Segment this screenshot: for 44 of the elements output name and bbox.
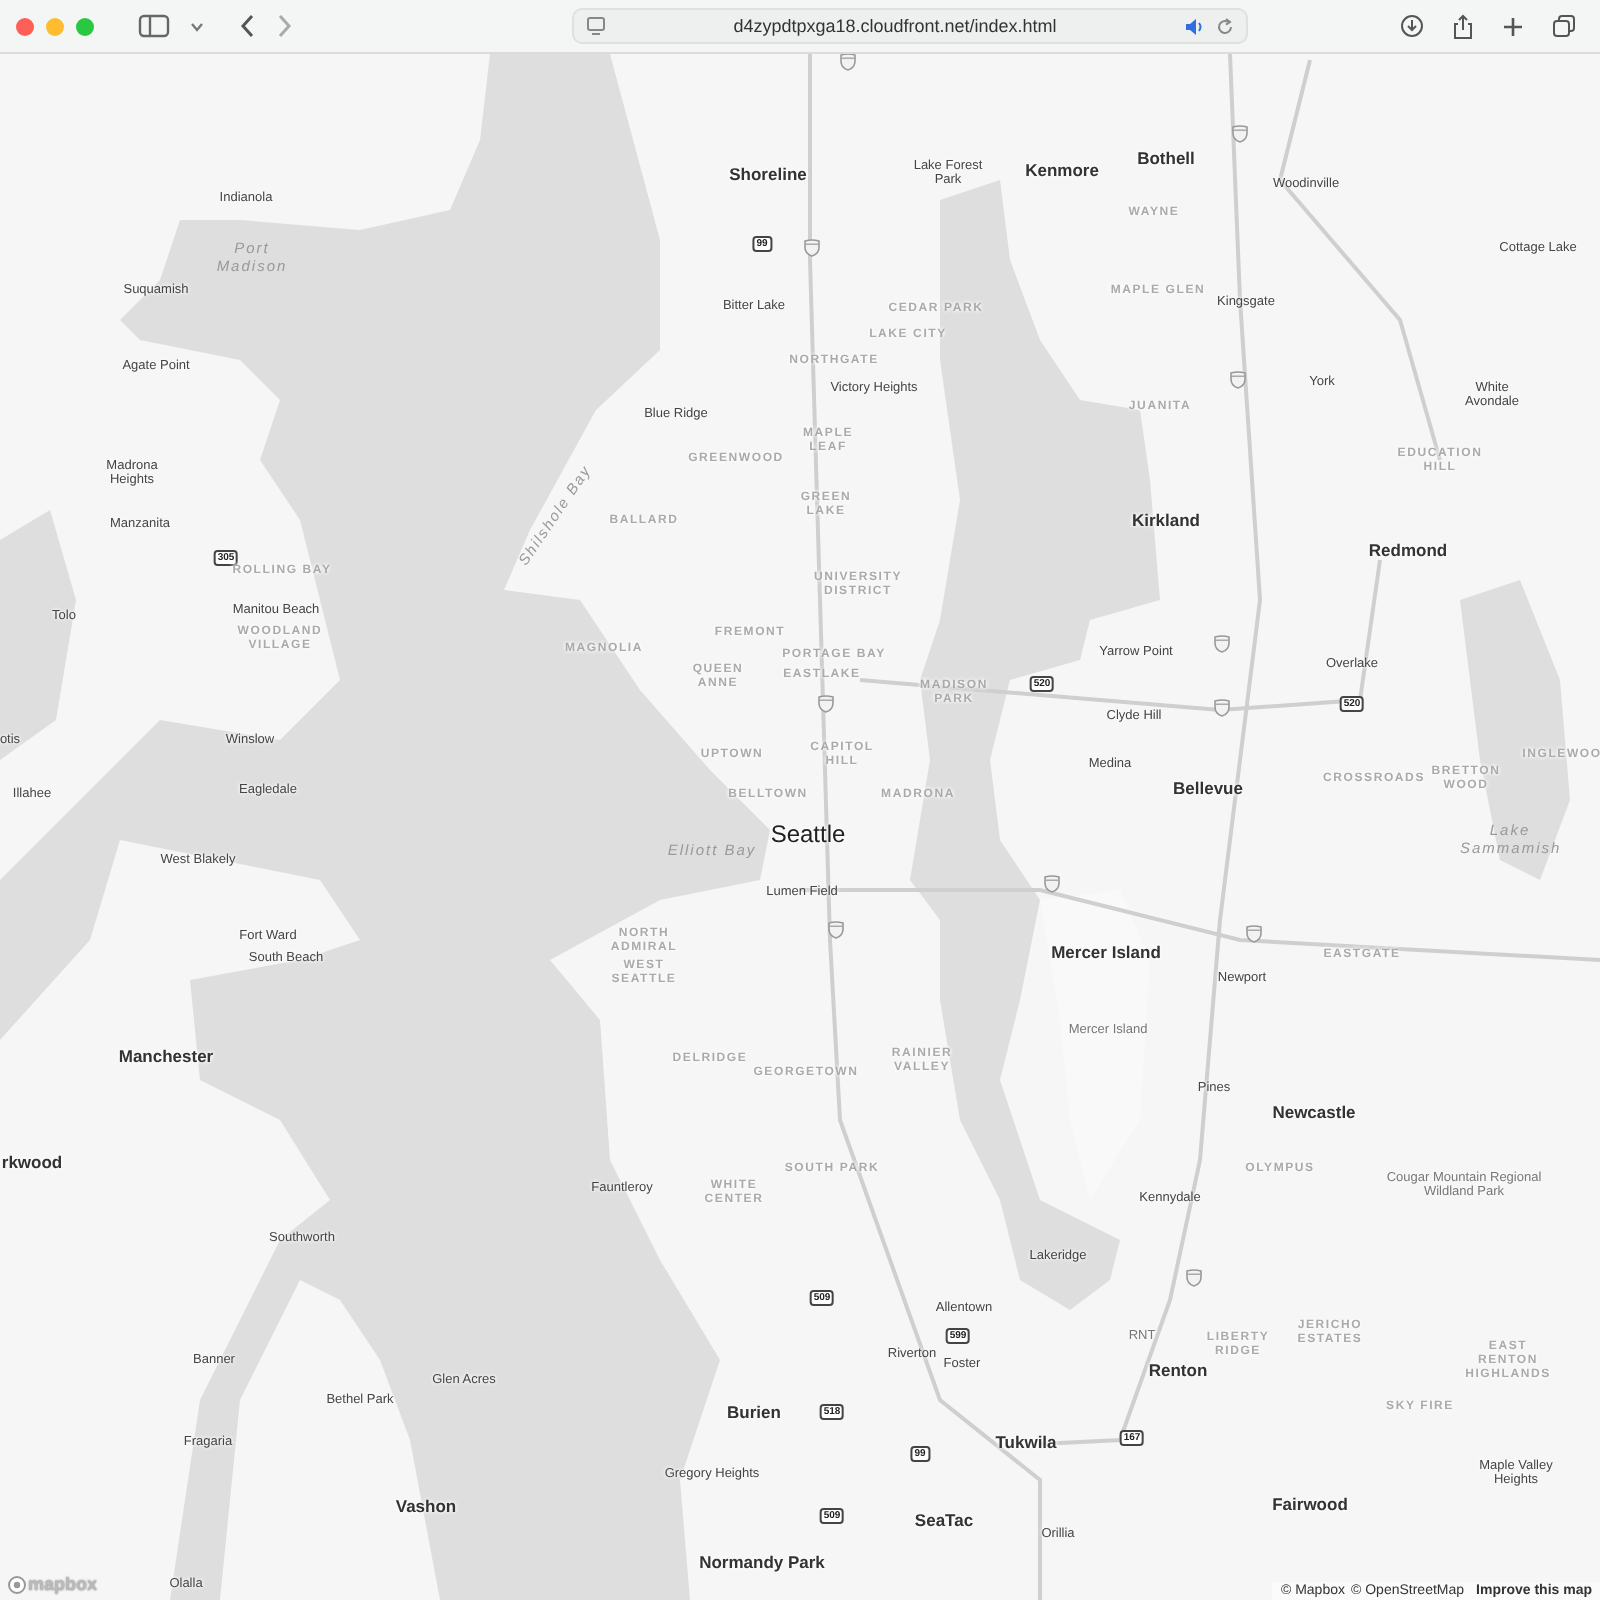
- share-icon[interactable]: [1452, 13, 1474, 39]
- place-label: Tukwila: [995, 1434, 1057, 1454]
- interstate-shield-icon: [1229, 371, 1247, 389]
- download-icon[interactable]: [1400, 14, 1424, 38]
- close-button[interactable]: [16, 17, 34, 35]
- tabs-overview-icon[interactable]: [1552, 14, 1576, 38]
- new-tab-icon[interactable]: [1502, 15, 1524, 37]
- place-label: Fairwood: [1272, 1496, 1348, 1516]
- place-label: Normandy Park: [699, 1554, 825, 1574]
- place-label: Seattle: [770, 822, 846, 850]
- page-icon: [586, 16, 606, 36]
- logo-text: mapbox: [28, 1574, 98, 1594]
- sidebar-icon[interactable]: [138, 14, 170, 38]
- place-label: Mercer Island: [1051, 944, 1161, 964]
- place-label: Renton: [1148, 1362, 1208, 1382]
- place-label: Burien: [727, 1404, 781, 1424]
- place-label: Bothell: [1137, 150, 1195, 170]
- interstate-shield-icon: [1213, 699, 1231, 717]
- back-icon[interactable]: [240, 14, 256, 38]
- interstate-shield-icon: [1245, 925, 1263, 943]
- place-label: Shoreline: [729, 166, 807, 186]
- interstate-shield-icon: [827, 921, 845, 939]
- place-label: rkwood: [1, 1154, 63, 1174]
- url-text: d4zypdtpxga18.cloudfront.net/index.html: [731, 16, 1059, 36]
- place-label: Manchester: [118, 1048, 214, 1068]
- place-label: Newcastle: [1272, 1104, 1356, 1124]
- place-label: Kenmore: [1025, 162, 1099, 182]
- chevron-down-icon[interactable]: [190, 21, 204, 31]
- interstate-shield-icon: [1213, 635, 1231, 653]
- place-label: Bellevue: [1173, 780, 1243, 800]
- speaker-icon[interactable]: [1184, 17, 1204, 35]
- interstate-shield-icon: [803, 239, 821, 257]
- place-label: Vashon: [395, 1498, 457, 1518]
- interstate-shield-icon: [1043, 875, 1061, 893]
- interstate-shield-icon: [817, 695, 835, 713]
- address-bar[interactable]: d4zypdtpxga18.cloudfront.net/index.html: [572, 8, 1248, 44]
- interstate-shield-icon: [1185, 1269, 1203, 1287]
- forward-icon[interactable]: [276, 14, 292, 38]
- place-label: Redmond: [1368, 542, 1448, 562]
- place-label: Kirkland: [1132, 512, 1200, 532]
- interstate-shield-icon: [1231, 125, 1249, 143]
- reload-icon[interactable]: [1216, 17, 1234, 35]
- place-label: SeaTac: [914, 1512, 974, 1532]
- logo-icon: [8, 1575, 26, 1593]
